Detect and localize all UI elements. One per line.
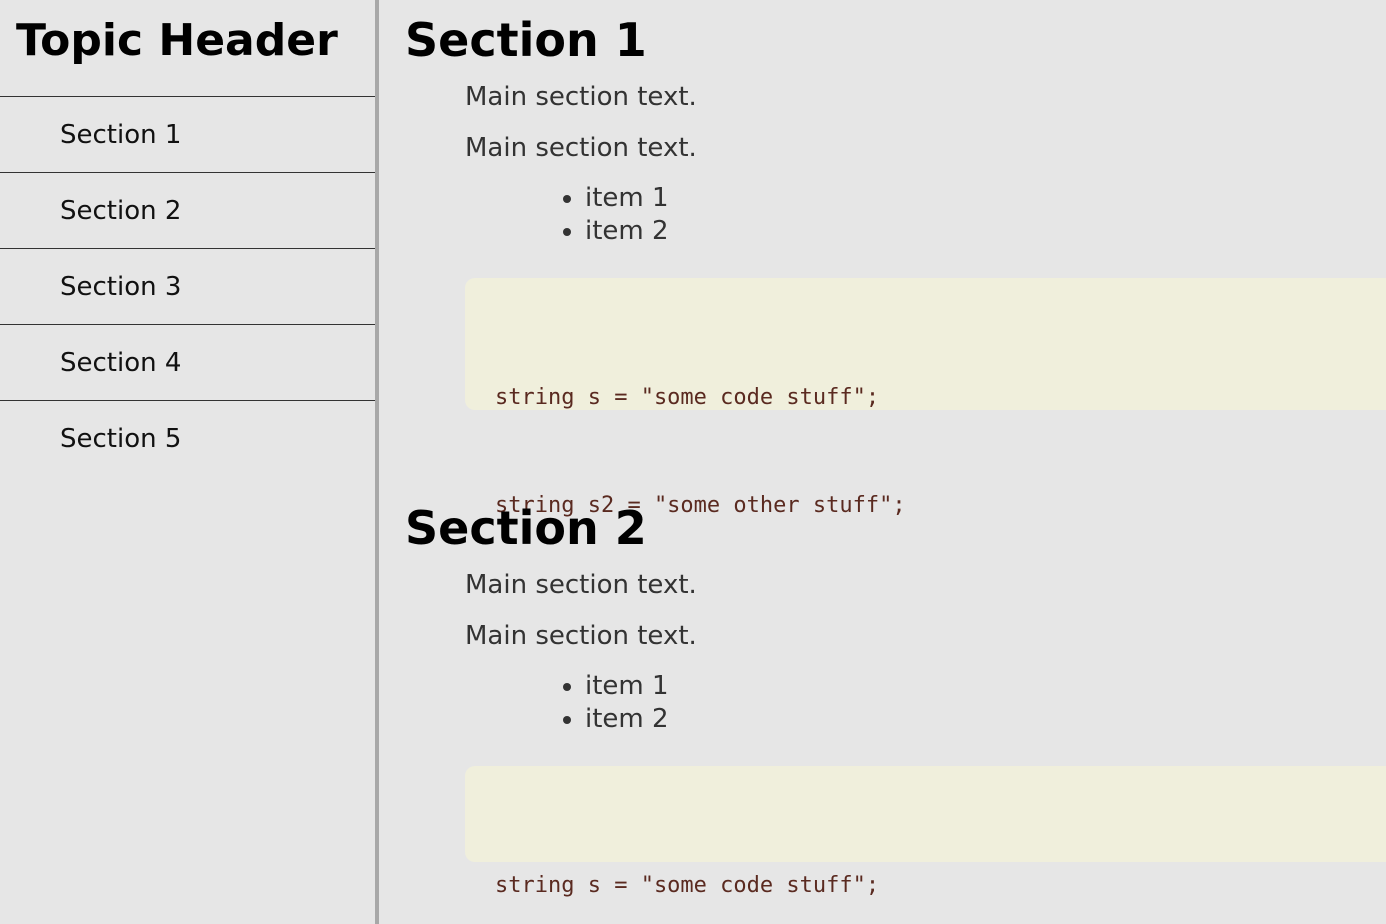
- section-paragraph: Main section text.: [465, 133, 697, 163]
- main-content[interactable]: Section 1 Main section text. Main sectio…: [379, 0, 1386, 924]
- section-2: Section 2 Main section text. Main sectio…: [405, 496, 1386, 898]
- sidebar: Topic Header Section 1 Section 2 Section…: [0, 0, 379, 924]
- section-paragraph: Main section text.: [465, 621, 697, 651]
- list-item: item 2: [585, 703, 1386, 736]
- list-item: item 1: [585, 670, 1386, 703]
- section-title: Section 1: [405, 13, 647, 67]
- topic-header: Topic Header: [0, 0, 375, 97]
- sidebar-item-section-1[interactable]: Section 1: [0, 97, 375, 173]
- sidebar-item-label: Section 1: [60, 119, 182, 150]
- sidebar-item-section-2[interactable]: Section 2: [0, 173, 375, 249]
- code-block[interactable]: string s = "some code stuff"; string s2 …: [465, 278, 1386, 518]
- section-paragraph: Main section text.: [465, 82, 697, 112]
- sidebar-item-label: Section 2: [60, 195, 182, 226]
- section-paragraph: Main section text.: [465, 570, 697, 600]
- code-line: string s = "some code stuff";: [495, 873, 880, 898]
- sidebar-item-section-3[interactable]: Section 3: [0, 249, 375, 325]
- bullet-list: item 1 item 2: [405, 670, 1386, 736]
- sidebar-nav: Section 1 Section 2 Section 3 Section 4 …: [0, 97, 375, 476]
- sidebar-item-section-5[interactable]: Section 5: [0, 401, 375, 476]
- list-item: item 1: [585, 182, 1386, 215]
- list-item: item 2: [585, 215, 1386, 248]
- sidebar-item-section-4[interactable]: Section 4: [0, 325, 375, 401]
- code-block[interactable]: string s = "some code stuff";: [465, 766, 1386, 898]
- sidebar-item-label: Section 5: [60, 423, 182, 454]
- section-title: Section 2: [405, 501, 647, 555]
- section-1: Section 1 Main section text. Main sectio…: [405, 8, 1386, 518]
- sidebar-item-label: Section 4: [60, 347, 182, 378]
- bullet-list: item 1 item 2: [405, 182, 1386, 248]
- sidebar-item-label: Section 3: [60, 271, 182, 302]
- code-line: string s = "some code stuff";: [495, 385, 880, 410]
